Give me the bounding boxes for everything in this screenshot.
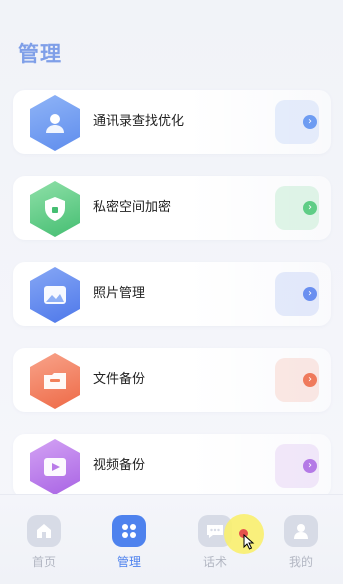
tab-label: 首页 xyxy=(31,555,56,569)
chevron-right-icon[interactable]: › xyxy=(303,287,317,301)
chevron-right-icon[interactable]: › xyxy=(303,201,317,215)
chevron-right-icon[interactable]: › xyxy=(303,373,317,387)
card-label: 文件备份 xyxy=(93,372,146,387)
card-photo-manage[interactable]: 照片管理 › xyxy=(13,262,331,326)
tab-mine[interactable]: 我的 xyxy=(271,515,331,570)
card-label: 视频备份 xyxy=(93,458,146,473)
card-video-backup[interactable]: 视频备份 › xyxy=(13,434,331,498)
contacts-person-icon xyxy=(30,95,80,151)
tab-label: 话术 xyxy=(202,555,227,569)
bottom-tab-bar: 首页 管理 话术 我的 xyxy=(0,494,343,584)
video-play-icon xyxy=(30,439,80,495)
card-label: 照片管理 xyxy=(93,286,146,301)
photo-icon xyxy=(30,267,80,323)
mouse-cursor-icon xyxy=(243,534,255,550)
grid-icon xyxy=(112,515,146,547)
card-file-backup[interactable]: 文件备份 › xyxy=(13,348,331,412)
card-label: 私密空间加密 xyxy=(93,200,172,215)
folder-icon xyxy=(30,353,80,409)
tab-label: 我的 xyxy=(288,555,313,569)
user-icon xyxy=(284,515,318,547)
shield-lock-icon xyxy=(30,181,80,237)
card-contacts-optimize[interactable]: 通讯录查找优化 › xyxy=(13,90,331,154)
chevron-right-icon[interactable]: › xyxy=(303,115,317,129)
tab-manage[interactable]: 管理 xyxy=(99,515,159,570)
page-title: 管理 xyxy=(18,42,62,66)
tab-home[interactable]: 首页 xyxy=(14,515,74,570)
card-private-space[interactable]: 私密空间加密 › xyxy=(13,176,331,240)
card-label: 通讯录查找优化 xyxy=(93,114,185,129)
chevron-right-icon[interactable]: › xyxy=(303,459,317,473)
tab-label: 管理 xyxy=(116,555,141,569)
home-icon xyxy=(27,515,61,547)
